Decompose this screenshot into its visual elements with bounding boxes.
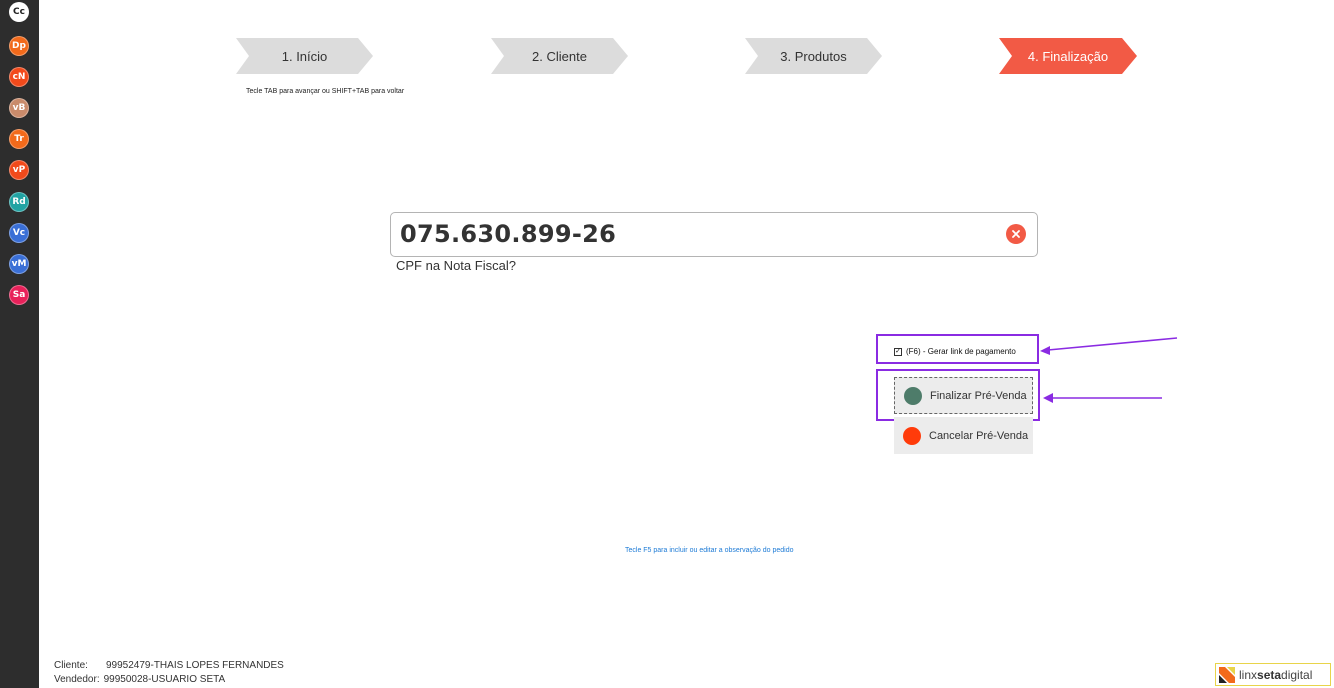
sidebar-icon-vm[interactable]: vM: [9, 254, 29, 274]
sidebar-icon-vc[interactable]: Vc: [9, 223, 29, 243]
navigation-hint: Tecle TAB para avançar ou SHIFT+TAB para…: [246, 88, 405, 95]
step-label: 3. Produtos: [780, 48, 847, 64]
finalize-label: Finalizar Pré-Venda: [930, 389, 1027, 402]
pre-sale-finalization-screen: Cc Dp cN vB Tr vP Rd Vc vM Sa 1. Início …: [0, 0, 1334, 688]
sidebar-icon-vb[interactable]: vB: [9, 98, 29, 118]
close-circle-icon[interactable]: [1006, 224, 1026, 244]
logo-text-bold: seta: [1257, 667, 1282, 682]
step-inicio[interactable]: 1. Início: [236, 38, 373, 74]
sidebar: Cc Dp cN vB Tr vP Rd Vc vM Sa: [0, 0, 39, 688]
payment-link-checkbox[interactable]: ✓: [894, 347, 902, 356]
step-label: 4. Finalização: [1027, 48, 1109, 64]
seller-value: 99950028-USUARIO SETA: [103, 674, 226, 685]
cpf-value[interactable]: 075.630.899-26: [400, 220, 616, 248]
step-label: 1. Início: [281, 48, 328, 64]
sidebar-icon-vp[interactable]: vP: [9, 160, 29, 180]
sidebar-icon-rd[interactable]: Rd: [9, 192, 29, 212]
observation-hint-link[interactable]: Tecle F5 para incluir ou editar a observ…: [625, 547, 794, 554]
footer-info: Cliente: 99952479-THAIS LOPES FERNANDES V…: [54, 659, 284, 687]
payment-link-checkbox-row[interactable]: ✓ (F6) - Gerar link de pagamento: [894, 347, 1016, 356]
step-label: 2. Cliente: [532, 48, 587, 64]
sidebar-icon-sa[interactable]: Sa: [9, 285, 29, 305]
cancel-pre-sale-button[interactable]: Cancelar Pré-Venda: [894, 417, 1033, 454]
cpf-input[interactable]: 075.630.899-26: [390, 212, 1038, 257]
sidebar-icon-cc[interactable]: Cc: [9, 2, 29, 22]
logo-mark-icon: [1219, 666, 1235, 683]
seller-row: Vendedor: 99950028-USUARIO SETA: [54, 673, 284, 687]
annotation-arrows: [1040, 337, 1178, 403]
step-cliente[interactable]: 2. Cliente: [491, 38, 628, 74]
finalize-dot-icon: [904, 386, 922, 405]
logo-text-tail: digital: [1281, 667, 1313, 682]
cancel-label: Cancelar Pré-Venda: [929, 429, 1029, 442]
payment-link-label: (F6) - Gerar link de pagamento: [906, 347, 1016, 356]
sidebar-icon-tr[interactable]: Tr: [9, 129, 29, 149]
sidebar-icon-dp[interactable]: Dp: [9, 36, 29, 56]
cancel-dot-icon: [903, 426, 921, 445]
client-label: Cliente:: [54, 660, 88, 671]
seller-label: Vendedor:: [54, 674, 100, 685]
step-finalizacao[interactable]: 4. Finalização: [999, 38, 1137, 74]
cpf-label: CPF na Nota Fiscal?: [396, 258, 516, 273]
finalize-pre-sale-button[interactable]: Finalizar Pré-Venda: [894, 377, 1033, 414]
logo-text-light: linx: [1239, 667, 1258, 682]
client-value: 99952479-THAIS LOPES FERNANDES: [106, 660, 284, 671]
sidebar-icon-cn[interactable]: cN: [9, 67, 29, 87]
step-produtos[interactable]: 3. Produtos: [745, 38, 882, 74]
linx-seta-digital-logo: linx seta digital: [1215, 663, 1331, 686]
client-row: Cliente: 99952479-THAIS LOPES FERNANDES: [54, 659, 284, 673]
